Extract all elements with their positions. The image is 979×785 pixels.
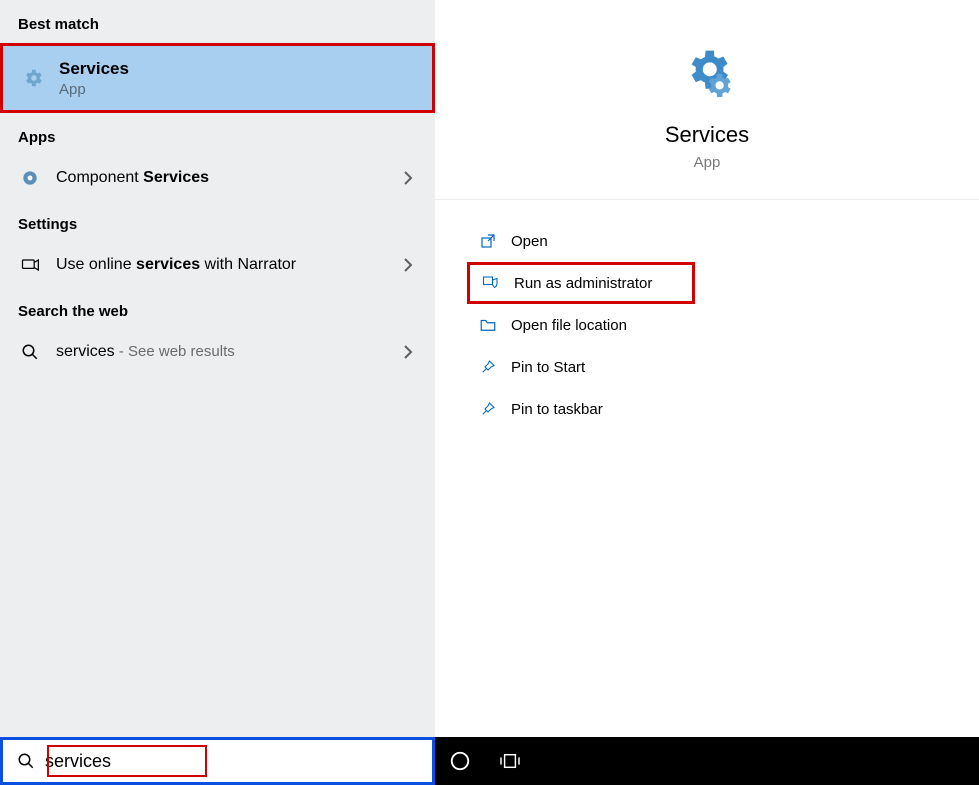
taskbar-rest <box>535 737 979 785</box>
search-icon <box>15 750 37 772</box>
component-services-icon <box>18 166 42 190</box>
action-open[interactable]: Open <box>467 220 979 262</box>
best-match-subtitle: App <box>59 81 129 98</box>
action-pin-start[interactable]: Pin to Start <box>467 346 979 388</box>
chevron-right-icon <box>403 258 413 272</box>
best-match-title: Services <box>59 59 129 79</box>
pin-icon <box>473 356 503 378</box>
chevron-right-icon <box>403 345 413 359</box>
narrator-icon <box>18 253 42 277</box>
preview-actions: Open Run as administrator Open file loca… <box>435 200 979 430</box>
action-pin-taskbar-label: Pin to taskbar <box>511 401 603 418</box>
action-run-as-admin[interactable]: Run as administrator <box>467 262 695 304</box>
action-pin-taskbar[interactable]: Pin to taskbar <box>467 388 979 430</box>
section-settings: Settings <box>0 200 435 243</box>
folder-icon <box>473 314 503 336</box>
admin-shield-icon <box>476 272 506 294</box>
section-best-match: Best match <box>0 0 435 43</box>
preview-subtitle: App <box>694 154 721 171</box>
search-icon <box>18 340 42 364</box>
services-gear-icon <box>21 66 45 90</box>
apps-result-label: Component Services <box>56 169 209 187</box>
pin-icon <box>473 398 503 420</box>
settings-result-label: Use online services with Narrator <box>56 256 296 274</box>
action-open-label: Open <box>511 233 548 250</box>
search-results-panel: Best match Services App Apps Component S… <box>0 0 435 737</box>
chevron-right-icon <box>403 171 413 185</box>
search-input[interactable] <box>45 751 432 772</box>
open-icon <box>473 230 503 252</box>
taskbar-search[interactable] <box>0 737 435 785</box>
taskbar <box>0 737 979 785</box>
task-view-button[interactable] <box>485 737 535 785</box>
preview-panel: Services App Open Run as administrator <box>435 0 979 737</box>
best-match-result-services[interactable]: Services App <box>0 43 435 113</box>
preview-header: Services App <box>435 0 979 200</box>
web-result-services[interactable]: services - See web results <box>0 330 435 374</box>
action-pin-start-label: Pin to Start <box>511 359 585 376</box>
services-large-icon <box>679 46 735 102</box>
cortana-button[interactable] <box>435 737 485 785</box>
action-open-loc-label: Open file location <box>511 317 627 334</box>
web-result-label: services - See web results <box>56 343 235 361</box>
action-run-admin-label: Run as administrator <box>514 275 652 292</box>
section-apps: Apps <box>0 113 435 156</box>
action-open-location[interactable]: Open file location <box>467 304 979 346</box>
preview-title: Services <box>665 122 749 148</box>
apps-result-component-services[interactable]: Component Services <box>0 156 435 200</box>
section-web: Search the web <box>0 287 435 330</box>
settings-result-narrator[interactable]: Use online services with Narrator <box>0 243 435 287</box>
